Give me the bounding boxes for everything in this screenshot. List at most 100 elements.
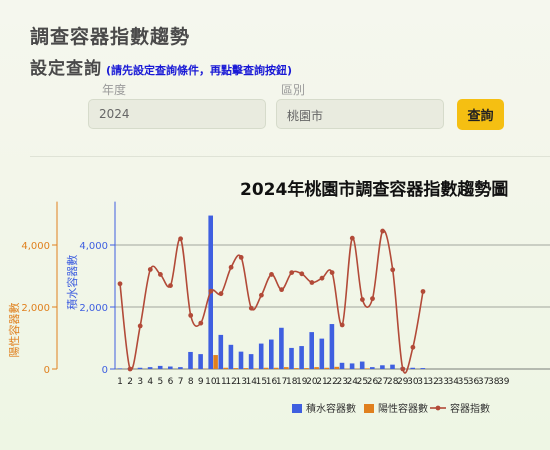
water-container-bar	[178, 367, 183, 369]
container-index-point	[390, 267, 396, 273]
positive-container-bar	[334, 366, 340, 369]
water-container-bar	[188, 351, 193, 369]
water-container-bar	[420, 368, 426, 369]
year-label: 年度	[102, 83, 127, 97]
x-tick-label: 8	[188, 377, 194, 387]
container-index-point	[147, 267, 153, 272]
container-index-point	[127, 366, 133, 372]
container-index-point	[279, 287, 284, 293]
legend-index-dot	[435, 405, 441, 411]
water-container-bar	[289, 347, 294, 369]
water-container-bar	[117, 368, 123, 369]
water-container-bar	[137, 367, 143, 369]
container-index-point	[168, 283, 173, 289]
container-index-point	[400, 366, 406, 372]
positive-container-bar	[223, 367, 228, 369]
x-tick-label: 9	[198, 377, 204, 387]
legend-label: 積水容器數	[306, 402, 356, 415]
water-container-bar	[359, 361, 365, 369]
water-container-bar	[168, 366, 173, 369]
x-tick-label: 4	[147, 377, 153, 387]
water-container-bar	[370, 367, 375, 369]
inner-tick-label: 0	[102, 365, 108, 376]
positive-container-bar	[304, 368, 309, 369]
left-tick-label: 4,000	[21, 241, 50, 252]
legend-water-swatch	[292, 404, 302, 413]
water-container-bar	[299, 346, 304, 369]
legend-label: 容器指數	[450, 402, 490, 415]
container-index-point	[198, 320, 204, 326]
water-container-bar	[238, 351, 244, 369]
water-container-bar	[258, 343, 264, 369]
container-index-point	[420, 289, 426, 294]
water-container-bar	[218, 334, 224, 369]
container-index-point	[289, 270, 295, 275]
container-index-point	[380, 228, 385, 234]
district-value: 桃園市	[287, 109, 324, 123]
container-index-point	[218, 291, 224, 297]
water-container-bar	[319, 338, 325, 369]
trend-chart: 02,0004,00002,0004,000陽性容器數積水容器數1 2 3 4 5 6 7 8…	[7, 201, 550, 415]
water-container-bar	[339, 362, 345, 369]
positive-container-bar	[263, 367, 269, 369]
container-index-point	[339, 322, 345, 328]
positive-container-bar	[273, 367, 279, 369]
year-value: 2024	[99, 107, 130, 121]
water-container-bar	[228, 344, 234, 369]
water-container-bar	[329, 324, 335, 369]
year-select[interactable]: 2024	[88, 99, 266, 129]
positive-container-bar	[284, 367, 289, 369]
district-select[interactable]: 桃園市	[276, 99, 444, 129]
container-index-point	[117, 281, 123, 287]
positive-container-bar	[294, 368, 299, 369]
water-container-bar	[198, 354, 203, 369]
section-title-text: 設定查詢	[30, 59, 102, 79]
legend-positive-swatch	[364, 404, 374, 413]
query-hint: (請先設定查詢條件，再點擊查詢按鈕)	[106, 64, 293, 77]
container-index-point	[309, 280, 315, 285]
water-container-bar	[390, 364, 395, 369]
page-title: 調查容器指數趨勢	[30, 26, 191, 48]
x-tick-label: 3	[137, 377, 143, 387]
container-index-point	[360, 297, 365, 302]
container-index-point	[370, 296, 375, 302]
legend-label: 陽性容器數	[378, 402, 428, 415]
container-index-point	[349, 235, 355, 241]
water-container-bar	[248, 354, 254, 369]
divider	[30, 156, 550, 157]
container-index-point	[269, 272, 274, 277]
water-container-bar	[410, 367, 415, 369]
positive-container-bar	[213, 355, 218, 369]
container-index-point	[178, 236, 184, 242]
inner-tick-label: 4,000	[79, 241, 108, 252]
positive-container-bar	[364, 368, 370, 369]
inner-tick-label: 2,000	[79, 303, 108, 314]
positive-container-bar	[233, 368, 239, 369]
container-index-point	[259, 292, 264, 298]
x-tick-label: 2	[127, 377, 133, 387]
container-index-point	[248, 305, 254, 311]
positive-container-bar	[253, 368, 259, 369]
query-section-title: 設定查詢 (請先設定查詢條件，再點擊查詢按鈕)	[30, 54, 292, 79]
container-index-point	[238, 255, 244, 260]
water-container-bar	[157, 365, 163, 369]
water-container-bar	[380, 365, 385, 369]
container-index-point	[158, 272, 163, 277]
water-container-bar	[269, 339, 274, 369]
x-tick-label: 6	[168, 377, 174, 387]
positive-container-bar	[324, 367, 329, 369]
container-index-point	[188, 312, 194, 318]
container-index-point	[299, 271, 305, 277]
x-tick-label: 1	[117, 377, 123, 387]
water-container-bar	[349, 363, 355, 369]
container-index-point	[319, 275, 325, 281]
query-button[interactable]: 查詢	[457, 99, 504, 130]
left-tick-label: 0	[44, 365, 50, 376]
container-index-point	[329, 270, 335, 275]
container-index-point	[137, 323, 143, 329]
water-container-bar	[309, 332, 314, 369]
container-index-point	[228, 264, 234, 270]
x-tick-label: 39	[498, 377, 510, 387]
x-tick-label: 7	[178, 377, 184, 387]
container-index-point	[410, 344, 416, 350]
